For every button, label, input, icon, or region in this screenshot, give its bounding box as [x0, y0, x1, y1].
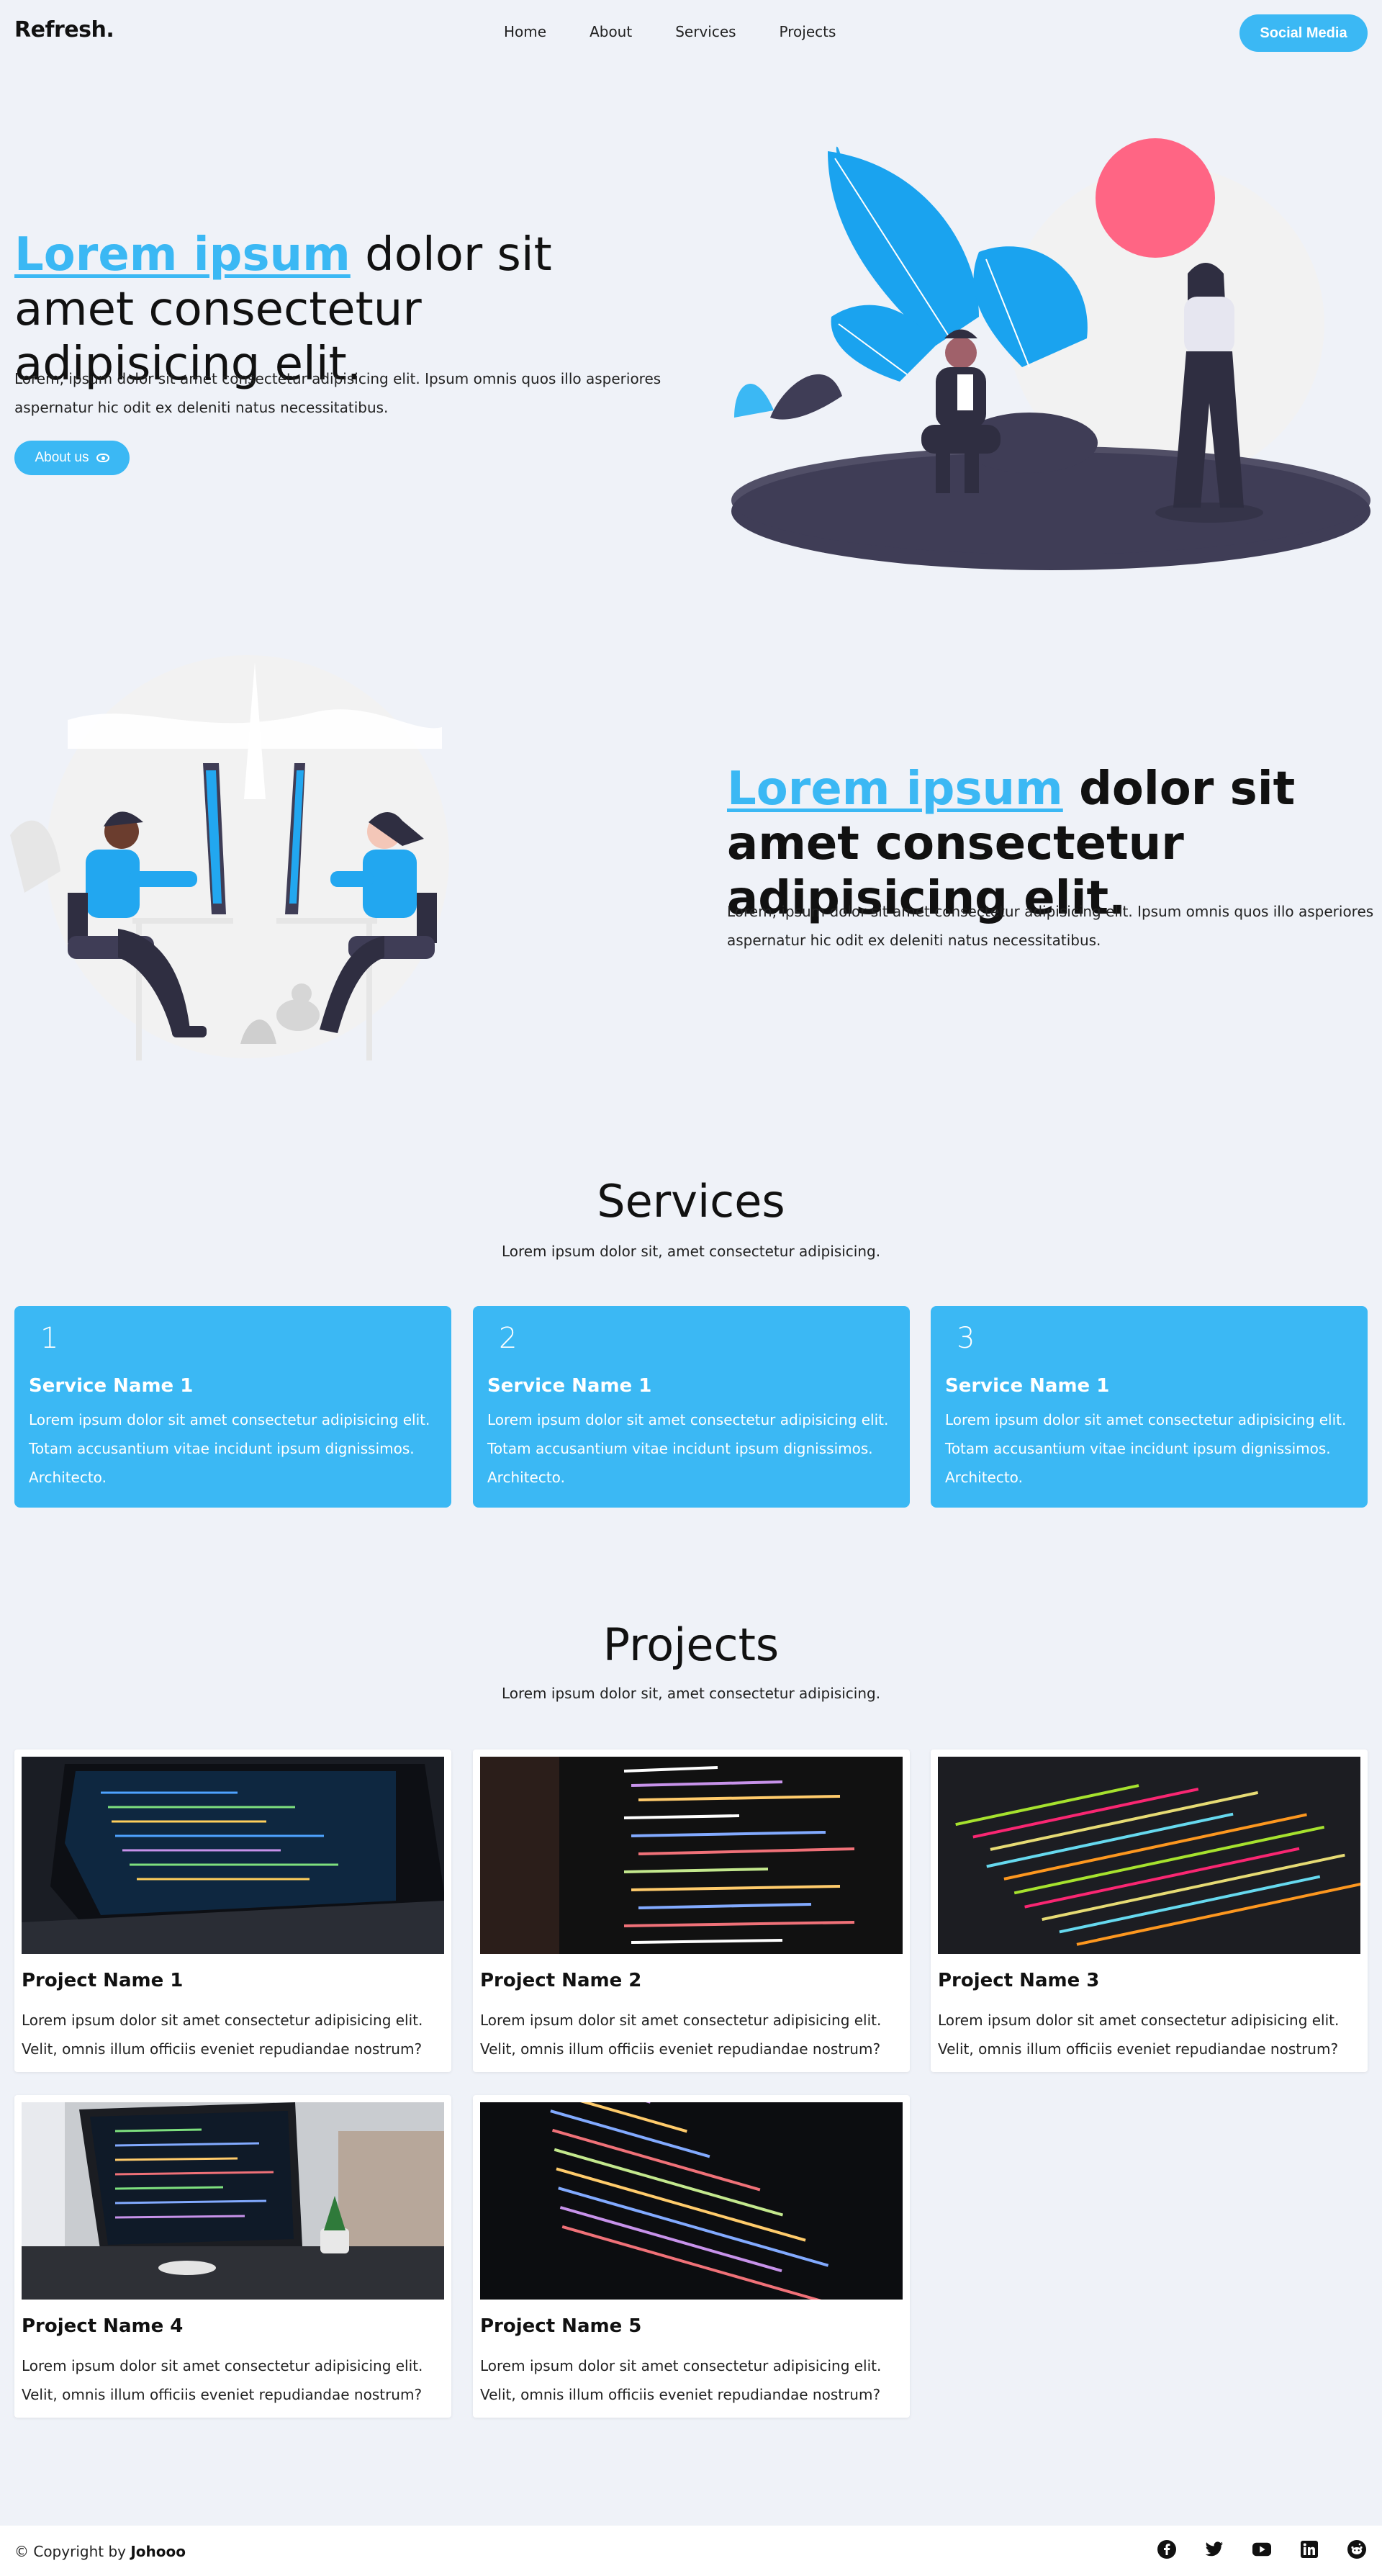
facebook-icon[interactable] [1157, 2540, 1176, 2559]
services-heading: Services [597, 1175, 785, 1228]
project-thumbnail-code-screen [480, 1757, 903, 1954]
service-number: 2 [499, 1322, 518, 1355]
project-description: Lorem ipsum dolor sit amet consectetur a… [22, 2012, 423, 2058]
project-description: Lorem ipsum dolor sit amet consectetur a… [938, 2012, 1340, 2058]
copyright-author: Johooo [130, 2543, 186, 2560]
service-name: Service Name 1 [945, 1375, 1110, 1397]
eye-icon [96, 454, 109, 462]
services-subtitle: Lorem ipsum dolor sit, amet consectetur … [501, 1243, 881, 1260]
footer: © Copyright by Johooo [0, 2526, 1382, 2576]
about-us-button[interactable]: About us [14, 441, 130, 475]
reddit-icon[interactable] [1347, 2540, 1366, 2559]
copyright-prefix: © Copyright by [14, 2543, 131, 2560]
service-card[interactable]: 3 Service Name 1 Lorem ipsum dolor sit a… [931, 1306, 1368, 1508]
logo[interactable]: Refresh. [14, 17, 114, 42]
coworking-illustration [10, 655, 449, 1060]
project-description: Lorem ipsum dolor sit amet consectetur a… [480, 2012, 882, 2058]
service-description: Lorem ipsum dolor sit amet consectetur a… [29, 1411, 430, 1486]
service-name: Service Name 1 [29, 1375, 194, 1397]
project-description: Lorem ipsum dolor sit amet consectetur a… [22, 2357, 423, 2403]
service-card[interactable]: 1 Service Name 1 Lorem ipsum dolor sit a… [14, 1306, 451, 1508]
project-card[interactable]: Project Name 2 Lorem ipsum dolor sit ame… [473, 1749, 910, 2072]
social-links [1157, 2540, 1366, 2559]
project-name: Project Name 3 [938, 1970, 1100, 1991]
hero-illustration [731, 138, 1370, 570]
project-card[interactable]: Project Name 1 Lorem ipsum dolor sit ame… [14, 1749, 451, 2072]
project-name: Project Name 5 [480, 2315, 642, 2337]
copyright: © Copyright by Johooo [14, 2543, 186, 2560]
project-card[interactable]: Project Name 4 Lorem ipsum dolor sit ame… [14, 2095, 451, 2418]
project-thumbnail-laptop-desk [22, 2102, 444, 2300]
project-thumbnail-laptop-code [22, 1757, 444, 1954]
service-description: Lorem ipsum dolor sit amet consectetur a… [487, 1411, 889, 1486]
project-thumbnail-colorful-code [938, 1757, 1360, 1954]
about-text: Lorem, ipsum dolor sit amet consectetur … [727, 903, 1374, 949]
project-name: Project Name 1 [22, 1970, 184, 1991]
social-media-button[interactable]: Social Media [1239, 14, 1368, 52]
project-thumbnail-code-angle [480, 2102, 903, 2300]
hero-text: Lorem, ipsum dolor sit amet consectetur … [14, 370, 661, 416]
service-number: 3 [957, 1322, 975, 1355]
projects-heading: Projects [602, 1618, 780, 1671]
service-number: 1 [40, 1322, 59, 1355]
service-card[interactable]: 2 Service Name 1 Lorem ipsum dolor sit a… [473, 1306, 910, 1508]
service-name: Service Name 1 [487, 1375, 652, 1397]
twitter-icon[interactable] [1205, 2540, 1224, 2559]
project-description: Lorem ipsum dolor sit amet consectetur a… [480, 2357, 882, 2403]
nav-link-services[interactable]: Services [675, 23, 736, 40]
project-card[interactable]: Project Name 5 Lorem ipsum dolor sit ame… [473, 2095, 910, 2418]
projects-subtitle: Lorem ipsum dolor sit, amet consectetur … [501, 1685, 881, 1702]
linkedin-icon[interactable] [1300, 2540, 1319, 2559]
project-name: Project Name 2 [480, 1970, 642, 1991]
youtube-icon[interactable] [1252, 2540, 1271, 2559]
service-description: Lorem ipsum dolor sit amet consectetur a… [945, 1411, 1347, 1486]
nav-link-projects[interactable]: Projects [780, 23, 836, 40]
nav-link-home[interactable]: Home [504, 23, 546, 40]
nav-menu: Home About Services Projects [504, 23, 836, 40]
project-card[interactable]: Project Name 3 Lorem ipsum dolor sit ame… [931, 1749, 1368, 2072]
nav-link-about[interactable]: About [590, 23, 632, 40]
about-title-accent: Lorem ipsum [727, 762, 1063, 816]
project-name: Project Name 4 [22, 2315, 184, 2337]
hero-title-accent: Lorem ipsum [14, 228, 351, 282]
about-us-label: About us [35, 450, 89, 465]
top-nav: Refresh. Home About Services Projects So… [0, 0, 1382, 65]
